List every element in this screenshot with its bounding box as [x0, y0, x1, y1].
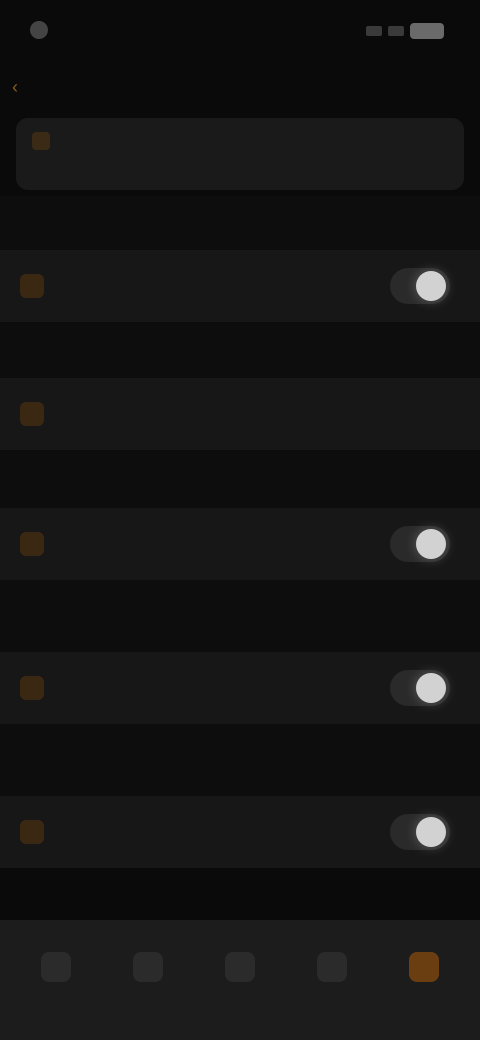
setting-row-5[interactable]: [0, 796, 480, 868]
wifi-icon: [388, 26, 404, 36]
setting-row-2[interactable]: [0, 378, 480, 450]
battery-icon: [410, 23, 444, 39]
toggle-knob: [416, 529, 446, 559]
info-card[interactable]: [16, 118, 464, 190]
nav-icon: [225, 952, 255, 982]
setting-toggle[interactable]: [390, 814, 450, 850]
section-divider: [0, 450, 480, 508]
setting-toggle[interactable]: [390, 670, 450, 706]
status-icons: [352, 20, 444, 42]
setting-icon: [20, 532, 44, 556]
setting-icon: [20, 274, 44, 298]
toggle-knob: [416, 271, 446, 301]
setting-toggle[interactable]: [390, 526, 450, 562]
camera-icon: [30, 21, 48, 39]
signal-icon: [366, 26, 382, 36]
section-divider: [0, 322, 480, 378]
info-icon: [32, 132, 50, 150]
toggle-knob: [416, 673, 446, 703]
nav-icon: [409, 952, 439, 982]
setting-icon: [20, 402, 44, 426]
section-divider: [0, 724, 480, 796]
nav-icon: [41, 952, 71, 982]
setting-icon: [20, 676, 44, 700]
section-divider: [0, 580, 480, 652]
nav-item-1[interactable]: [26, 940, 86, 1000]
nav-item-3[interactable]: [210, 940, 270, 1000]
setting-row-1[interactable]: [0, 250, 480, 322]
back-button[interactable]: ‹: [12, 74, 22, 100]
section-divider: [0, 196, 480, 250]
status-bar: [0, 0, 480, 60]
bottom-nav: [0, 920, 480, 1040]
setting-toggle[interactable]: [390, 268, 450, 304]
toggle-knob: [416, 817, 446, 847]
setting-row-4[interactable]: [0, 652, 480, 724]
header: ‹: [0, 62, 480, 112]
settings-screen: ‹: [0, 0, 480, 1040]
setting-row-3[interactable]: [0, 508, 480, 580]
nav-item-2[interactable]: [118, 940, 178, 1000]
nav-icon: [133, 952, 163, 982]
status-left: [30, 14, 140, 46]
chevron-left-icon: ‹: [12, 76, 18, 97]
nav-icon: [317, 952, 347, 982]
setting-icon: [20, 820, 44, 844]
nav-item-4[interactable]: [302, 940, 362, 1000]
nav-item-5[interactable]: [394, 940, 454, 1000]
